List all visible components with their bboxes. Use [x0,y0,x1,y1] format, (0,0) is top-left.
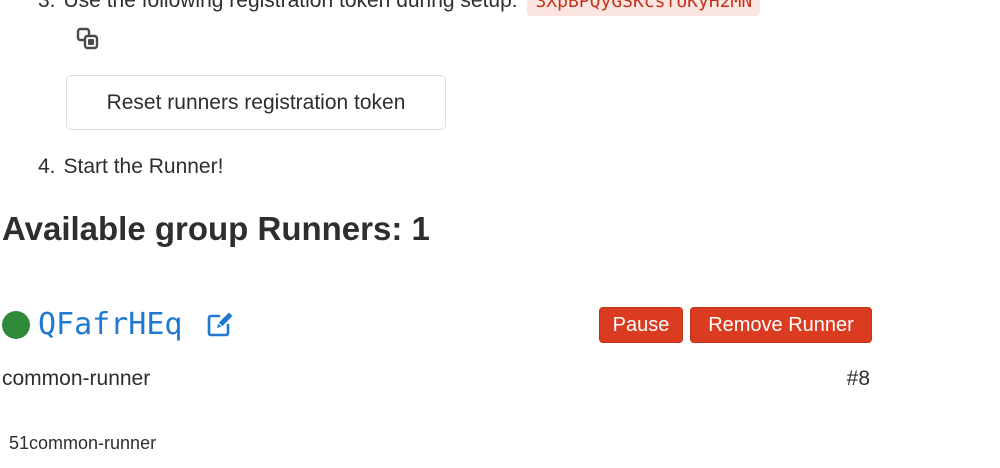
step-4-text: Start the Runner! [63,155,224,178]
remove-runner-button[interactable]: Remove Runner [690,307,872,343]
edit-icon[interactable] [206,311,236,339]
runner-id: #8 [846,367,870,390]
reset-token-button[interactable]: Reset runners registration token [66,75,446,130]
pause-runner-button[interactable]: Pause [599,307,683,343]
step-3-text: Use the following registration token dur… [63,0,518,12]
step-number: 3. [38,0,56,12]
runner-header: QFafrHEq Pause Remove Runner [2,303,872,347]
runner-tag: 51common-runner [9,433,157,453]
runner-description: common-runner [2,367,151,390]
copy-icon[interactable] [76,27,100,51]
registration-token[interactable]: 3XpBPQyGSKcsfUKyH2MN [527,0,761,16]
runner-status-indicator [2,311,30,339]
runners-settings-page: 3. Use the following registration token d… [0,0,1000,468]
runner-name-link[interactable]: QFafrHEq [38,305,183,345]
step-3-registration-token: 3. Use the following registration token d… [38,0,761,16]
section-title: Available group Runners: 1 [2,210,430,247]
step-number: 4. [38,155,56,178]
step-4-start-runner: 4. Start the Runner! [38,152,223,182]
